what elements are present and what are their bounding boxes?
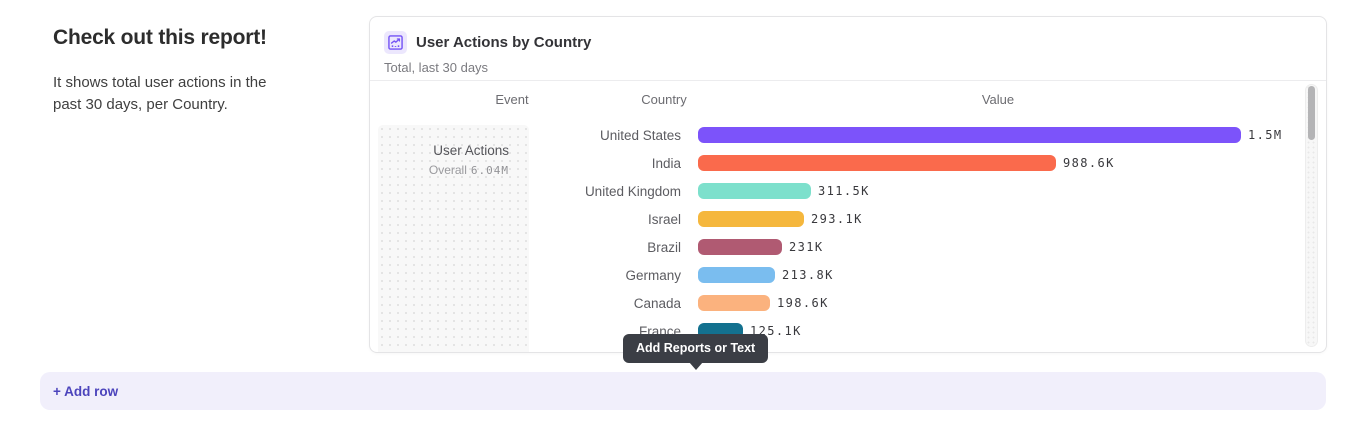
country-label: United States bbox=[370, 128, 698, 143]
add-row-button[interactable]: + Add row bbox=[40, 372, 1326, 410]
country-label: India bbox=[370, 156, 698, 171]
report-card: User Actions by Country Total, last 30 d… bbox=[369, 16, 1327, 353]
value-label: 311.5K bbox=[818, 184, 870, 198]
report-card-header: User Actions by Country Total, last 30 d… bbox=[370, 17, 1326, 81]
chart-row: Israel 293.1K bbox=[370, 205, 1306, 233]
column-header-event: Event bbox=[495, 92, 528, 107]
vertical-scrollbar[interactable] bbox=[1305, 84, 1318, 347]
value-label: 198.6K bbox=[777, 296, 829, 310]
value-label: 231K bbox=[789, 240, 824, 254]
report-title[interactable]: User Actions by Country bbox=[416, 34, 591, 51]
scrollbar-thumb[interactable] bbox=[1308, 86, 1315, 140]
add-reports-tooltip: Add Reports or Text bbox=[623, 334, 768, 363]
chart-row: United States 1.5M bbox=[370, 121, 1306, 149]
chart-row: Canada 198.6K bbox=[370, 289, 1306, 317]
report-subtitle: Total, last 30 days bbox=[384, 60, 1312, 75]
chart-row: Brazil 231K bbox=[370, 233, 1306, 261]
chart-rows: United States 1.5M India 988.6K United Kingd… bbox=[370, 121, 1306, 345]
country-label: United Kingdom bbox=[370, 184, 698, 199]
chart-row: Germany 213.8K bbox=[370, 261, 1306, 289]
value-bar[interactable] bbox=[698, 295, 770, 311]
value-label: 213.8K bbox=[782, 268, 834, 282]
value-label: 988.6K bbox=[1063, 156, 1115, 170]
tooltip-label: Add Reports or Text bbox=[636, 341, 755, 355]
country-label: Israel bbox=[370, 212, 698, 227]
column-header-value: Value bbox=[982, 92, 1014, 107]
chart-row: United Kingdom 311.5K bbox=[370, 177, 1306, 205]
country-label: Germany bbox=[370, 268, 698, 283]
chart-area: Event Country Value User Actions Overall… bbox=[370, 81, 1326, 352]
value-bar[interactable] bbox=[698, 239, 782, 255]
value-bar[interactable] bbox=[698, 211, 804, 227]
value-bar[interactable] bbox=[698, 127, 1241, 143]
chart-row: France125.1K bbox=[370, 317, 1306, 345]
value-bar[interactable] bbox=[698, 155, 1056, 171]
intro-description: It shows total user actions in the past … bbox=[53, 72, 293, 116]
value-label: 1.5M bbox=[1248, 128, 1283, 142]
value-bar[interactable] bbox=[698, 183, 811, 199]
country-label: Canada bbox=[370, 296, 698, 311]
chart-row: India 988.6K bbox=[370, 149, 1306, 177]
intro-block: Check out this report! It shows total us… bbox=[53, 26, 303, 116]
insights-chart-icon bbox=[384, 31, 407, 54]
country-label: Brazil bbox=[370, 240, 698, 255]
add-row-label: + Add row bbox=[53, 384, 118, 399]
value-bar[interactable] bbox=[698, 267, 775, 283]
intro-title: Check out this report! bbox=[53, 26, 303, 50]
value-label: 293.1K bbox=[811, 212, 863, 226]
column-header-country: Country bbox=[641, 92, 687, 107]
